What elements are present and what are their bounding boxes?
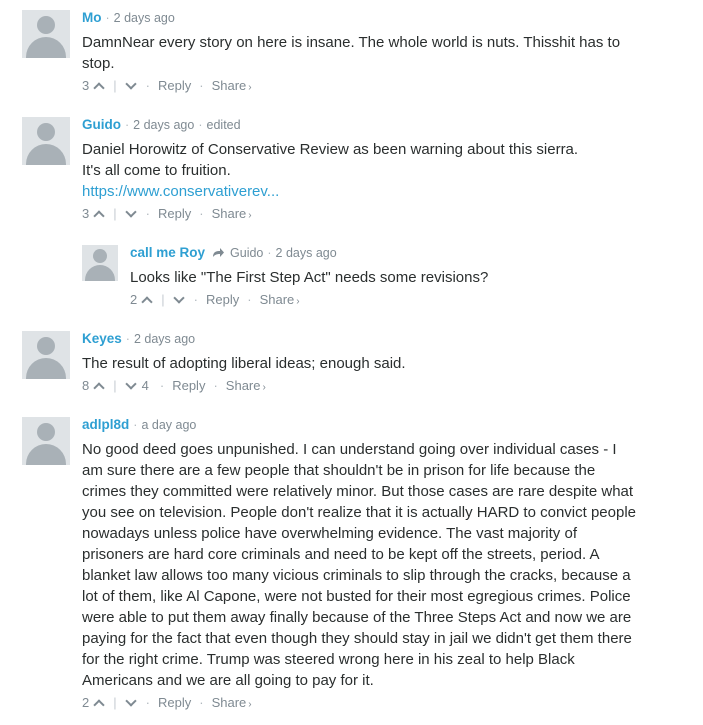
comment-body: Daniel Horowitz of Conservative Review a… xyxy=(82,139,652,202)
comment-body: DamnNear every story on here is insane. … xyxy=(82,32,652,74)
avatar-body-icon xyxy=(26,37,66,58)
timestamp[interactable]: a day ago xyxy=(141,418,196,432)
share-chevron-icon: › xyxy=(248,699,252,710)
share-chevron-icon: › xyxy=(296,296,300,307)
author-name[interactable]: Guido xyxy=(82,117,121,132)
upvote-icon[interactable] xyxy=(92,696,106,710)
upvote-icon[interactable] xyxy=(92,379,106,393)
comment-line: nowadays unless police have overwhelming… xyxy=(82,525,577,542)
comment-line: lot of them, like Al Capone, were not bu… xyxy=(82,588,631,605)
share-button[interactable]: Share › xyxy=(260,292,300,307)
avatar[interactable] xyxy=(22,331,70,379)
share-chevron-icon: › xyxy=(262,382,266,393)
upvote-count: 2 xyxy=(130,292,138,307)
comment-actions: 2 | · Reply · Share › xyxy=(82,695,252,710)
downvote-icon[interactable] xyxy=(172,293,186,307)
downvote-icon[interactable] xyxy=(124,379,138,393)
comment-line: It's all come to fruition. xyxy=(82,162,231,179)
timestamp[interactable]: 2 days ago xyxy=(133,118,194,132)
upvote-icon[interactable] xyxy=(92,79,106,93)
comment-line: DamnNear every story on here is insane. … xyxy=(82,34,621,51)
share-button[interactable]: Share › xyxy=(212,78,252,93)
comment-line: blanket law allows too many vicious crim… xyxy=(82,567,631,584)
comment-body: The result of adopting liberal ideas; en… xyxy=(82,353,652,374)
share-chevron-icon: › xyxy=(248,210,252,221)
avatar[interactable] xyxy=(22,117,70,165)
comment-line: were able to put them away finally becau… xyxy=(82,609,632,626)
reply-button[interactable]: Reply xyxy=(158,78,191,93)
timestamp[interactable]: 2 days ago xyxy=(276,246,337,260)
author-name[interactable]: Keyes xyxy=(82,331,122,346)
share-button[interactable]: Share › xyxy=(212,695,252,710)
comment-line: crimes they committed were relatively mi… xyxy=(82,483,634,500)
comment-line: prisoners are hard core criminals and ne… xyxy=(82,546,600,563)
author-name[interactable]: call me Roy xyxy=(130,245,205,260)
comment-meta: Keyes · 2 days ago xyxy=(82,331,196,346)
reply-button[interactable]: Reply xyxy=(206,292,239,307)
comment-line: stop. xyxy=(82,55,115,72)
upvote-icon[interactable] xyxy=(92,207,106,221)
comment-meta: call me Roy Guido · 2 days ago xyxy=(130,245,337,260)
comment-line: The result of adopting liberal ideas; en… xyxy=(82,355,406,372)
comment-line: paying for the fact that even though the… xyxy=(82,630,632,647)
avatar-head-icon xyxy=(37,423,55,441)
comment-line: Looks like "The First Step Act" needs so… xyxy=(130,269,489,286)
downvote-count: 4 xyxy=(141,378,149,393)
author-name[interactable]: Mo xyxy=(82,10,102,25)
avatar[interactable] xyxy=(82,245,118,281)
avatar[interactable] xyxy=(22,10,70,58)
comment-actions: 3 | · Reply · Share › xyxy=(82,206,252,221)
avatar-body-icon xyxy=(26,444,66,465)
comment-meta: Guido · 2 days ago · edited xyxy=(82,117,241,132)
reply-button[interactable]: Reply xyxy=(172,378,205,393)
avatar-head-icon xyxy=(37,123,55,141)
timestamp[interactable]: 2 days ago xyxy=(134,332,195,346)
comment-meta: Mo · 2 days ago xyxy=(82,10,175,25)
avatar-head-icon xyxy=(37,337,55,355)
avatar-head-icon xyxy=(37,16,55,34)
comment-body: No good deed goes unpunished. I can unde… xyxy=(82,439,682,691)
timestamp[interactable]: 2 days ago xyxy=(114,11,175,25)
comment-line: am sure there are a few people that shou… xyxy=(82,462,596,479)
avatar-body-icon xyxy=(85,265,115,281)
reply-button[interactable]: Reply xyxy=(158,695,191,710)
share-button[interactable]: Share › xyxy=(226,378,266,393)
comment-meta: adlpl8d · a day ago xyxy=(82,417,197,432)
comment-line: you see on television. People don't real… xyxy=(82,504,637,521)
upvote-icon[interactable] xyxy=(140,293,154,307)
avatar-body-icon xyxy=(26,358,66,379)
downvote-icon[interactable] xyxy=(124,207,138,221)
reply-arrow-icon xyxy=(212,246,227,260)
avatar[interactable] xyxy=(22,417,70,465)
comment-line: Americans and we are all going to pay fo… xyxy=(82,672,374,689)
upvote-count: 3 xyxy=(82,206,90,221)
avatar-body-icon xyxy=(26,144,66,165)
avatar-head-icon xyxy=(93,249,107,263)
upvote-count: 8 xyxy=(82,378,90,393)
comment-actions: 2 | · Reply · Share › xyxy=(130,292,300,307)
downvote-icon[interactable] xyxy=(124,79,138,93)
share-chevron-icon: › xyxy=(248,82,252,93)
comment-line: No good deed goes unpunished. I can unde… xyxy=(82,441,617,458)
downvote-icon[interactable] xyxy=(124,696,138,710)
comment-actions: 3 | · Reply · Share › xyxy=(82,78,252,93)
author-name[interactable]: adlpl8d xyxy=(82,417,129,432)
share-button[interactable]: Share › xyxy=(212,206,252,221)
comment-line: for the right crime. Trump was steered w… xyxy=(82,651,575,668)
reply-button[interactable]: Reply xyxy=(158,206,191,221)
comment-actions: 8 | 4 · Reply · Share › xyxy=(82,378,266,393)
parent-author[interactable]: Guido xyxy=(230,246,263,260)
edited-label: edited xyxy=(206,118,241,132)
upvote-count: 3 xyxy=(82,78,90,93)
comment-line: Daniel Horowitz of Conservative Review a… xyxy=(82,141,579,158)
comment-body: Looks like "The First Step Act" needs so… xyxy=(130,267,700,288)
upvote-count: 2 xyxy=(82,695,90,710)
comment-link[interactable]: https://www.conservativerev... xyxy=(82,183,279,200)
